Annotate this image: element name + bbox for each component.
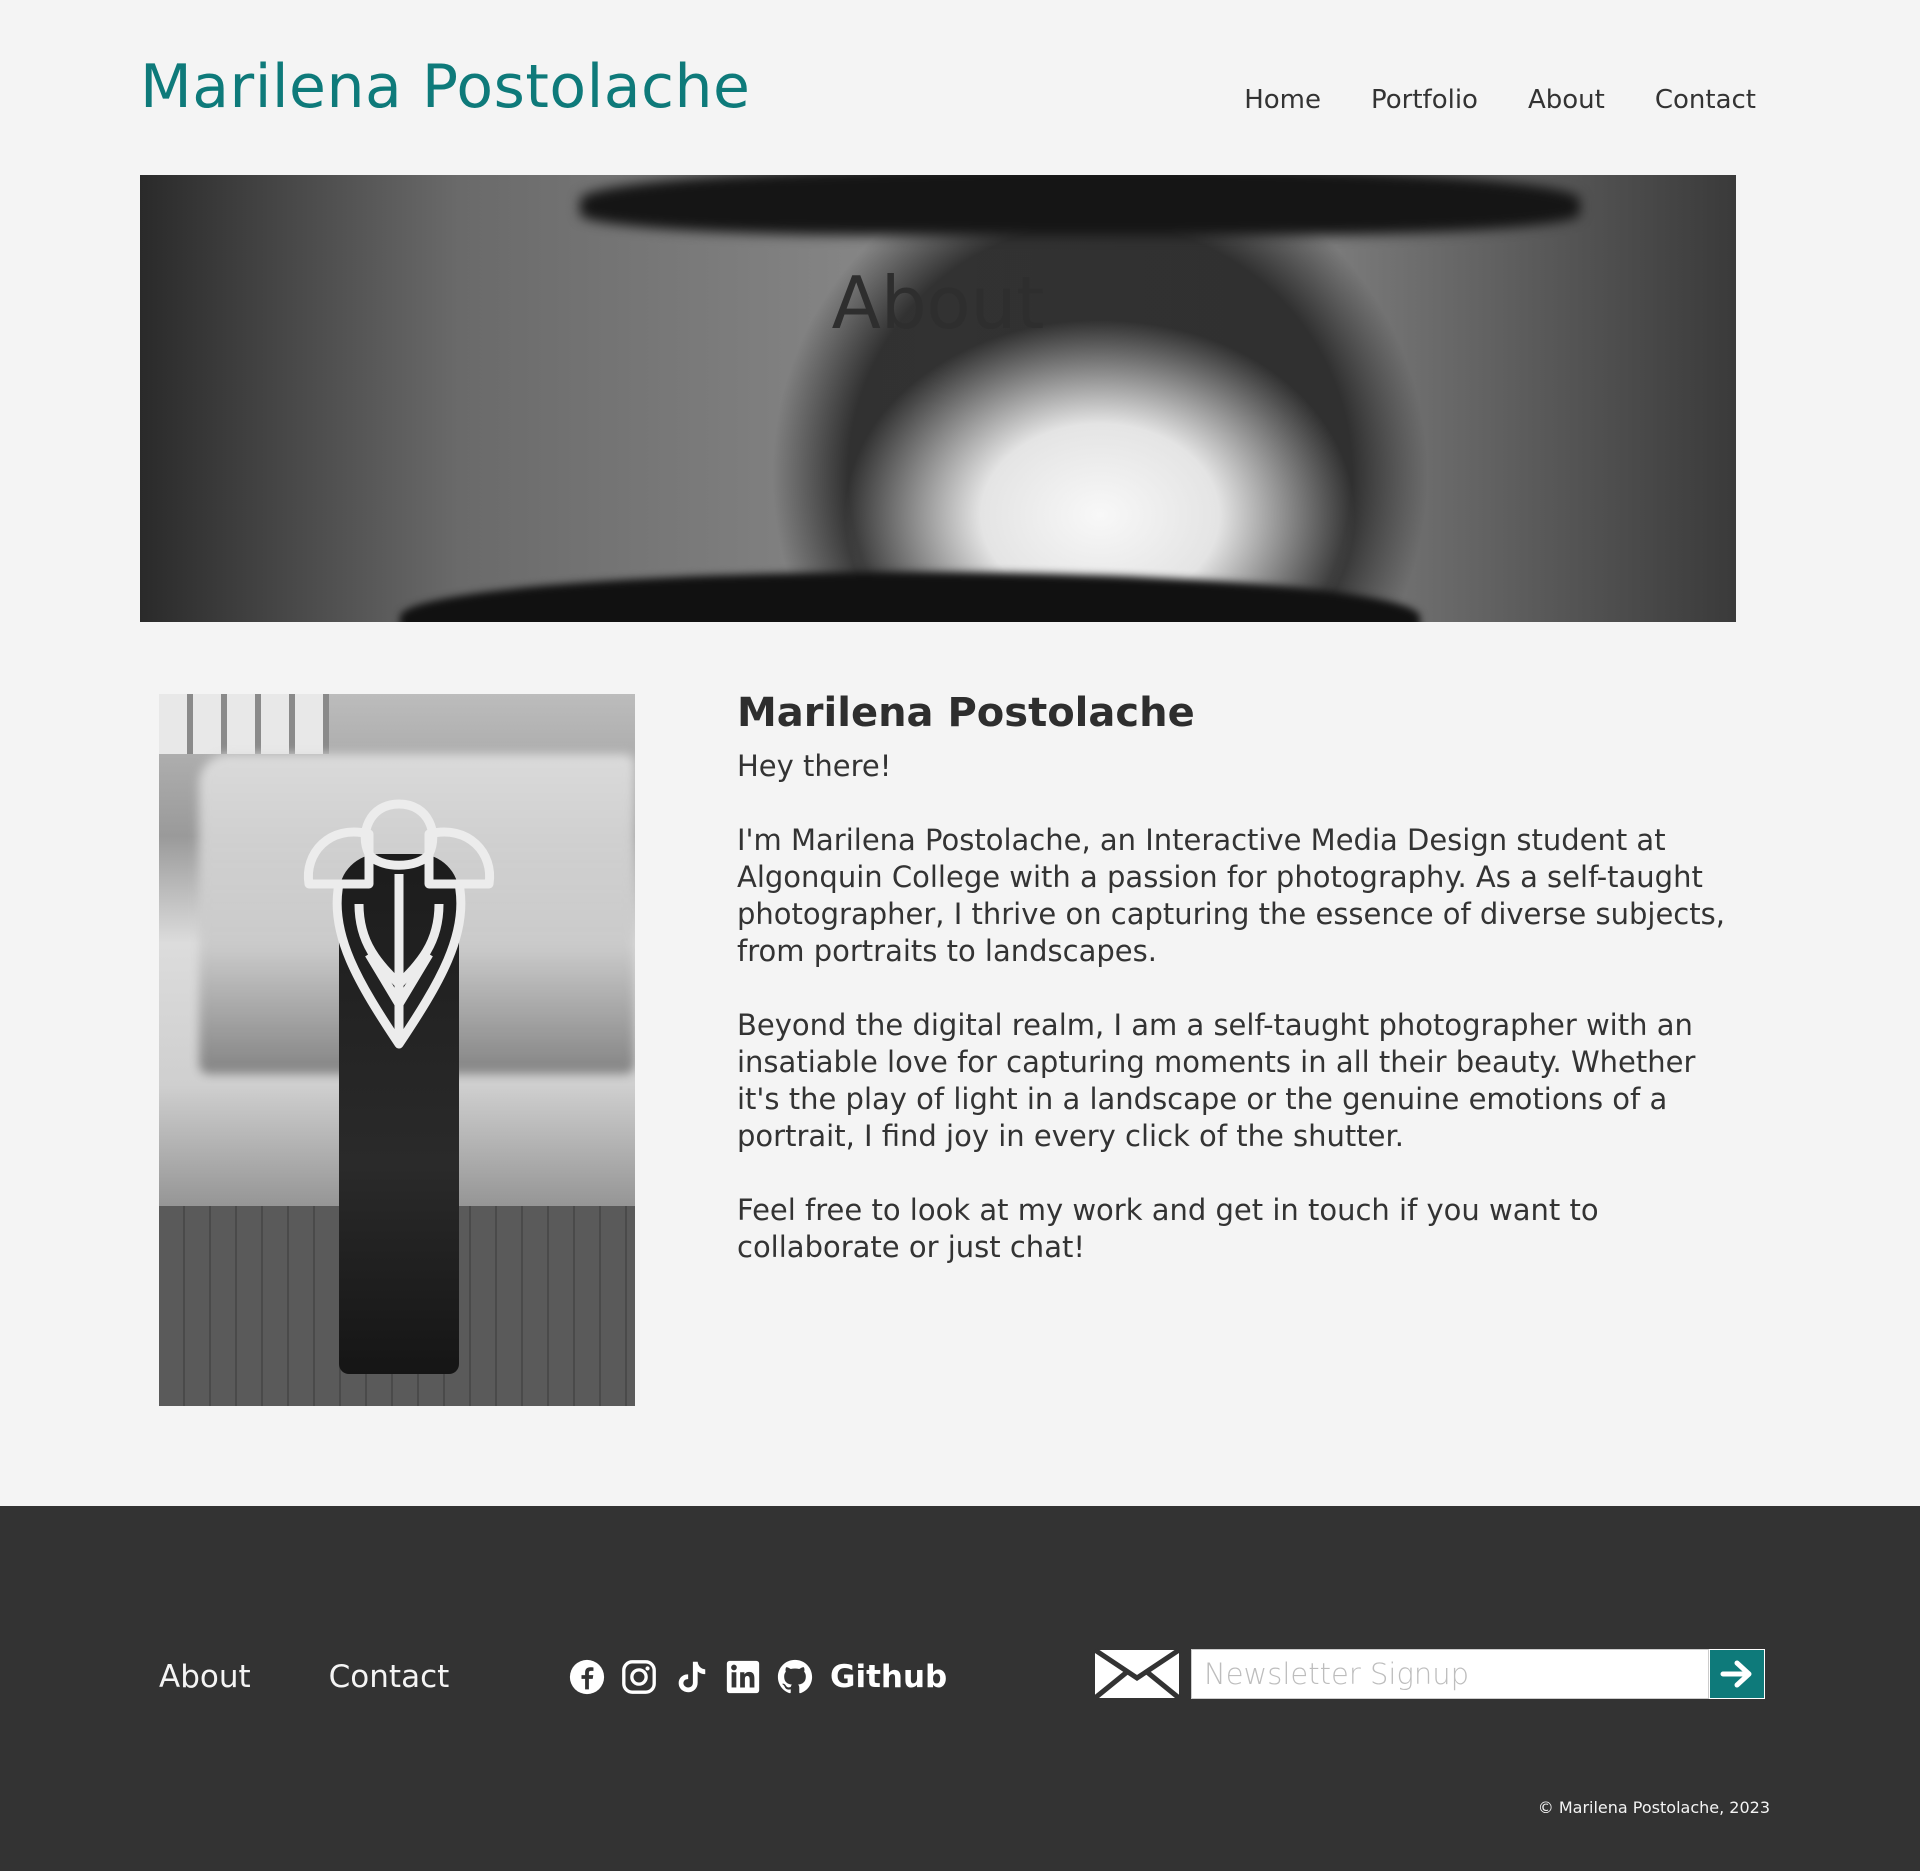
portrait-photo [159, 694, 635, 1406]
bio-name: Marilena Postolache [737, 690, 1195, 736]
bio-paragraph: Beyond the digital realm, I am a self-ta… [737, 1008, 1696, 1153]
site-title[interactable]: Marilena Postolache [140, 52, 750, 122]
hero-image-hair [580, 175, 1580, 235]
linkedin-icon[interactable] [724, 1658, 762, 1696]
hero-image-shoulders [400, 572, 1420, 622]
nav-portfolio[interactable]: Portfolio [1371, 85, 1478, 115]
instagram-icon[interactable] [620, 1658, 658, 1696]
bio-section: Marilena Postolache Hey there! I'm Maril… [737, 690, 1747, 1303]
github-link-label[interactable]: Github [830, 1659, 947, 1695]
bio-paragraph: Feel free to look at my work and get in … [737, 1193, 1599, 1264]
newsletter-form [1093, 1648, 1765, 1700]
nav-home[interactable]: Home [1244, 85, 1321, 115]
hero-title: About [831, 261, 1045, 345]
arrow-right-icon [1720, 1660, 1752, 1688]
newsletter-submit-button[interactable] [1709, 1649, 1765, 1699]
tiktok-icon[interactable] [672, 1658, 710, 1696]
hero-banner: About [140, 175, 1736, 622]
nav-contact[interactable]: Contact [1655, 85, 1756, 115]
github-icon[interactable] [776, 1658, 814, 1696]
social-links: Github [568, 1658, 947, 1696]
bio-paragraph: I'm Marilena Postolache, an Interactive … [737, 823, 1725, 968]
footer-link-about[interactable]: About [159, 1659, 251, 1695]
footer-nav: About Contact [159, 1659, 449, 1695]
bio-greeting: Hey there! [737, 749, 892, 783]
site-header: Marilena Postolache Home Portfolio About… [0, 0, 1920, 175]
nav-about[interactable]: About [1528, 85, 1605, 115]
facebook-icon[interactable] [568, 1658, 606, 1696]
mail-icon [1093, 1648, 1181, 1700]
copyright-text: © Marilena Postolache, 2023 [1537, 1798, 1770, 1817]
hop-logo-overlay [303, 799, 495, 1049]
photo-building [159, 694, 329, 754]
newsletter-email-input[interactable] [1191, 1649, 1709, 1699]
footer-link-contact[interactable]: Contact [329, 1659, 450, 1695]
main-nav: Home Portfolio About Contact [1244, 85, 1756, 115]
